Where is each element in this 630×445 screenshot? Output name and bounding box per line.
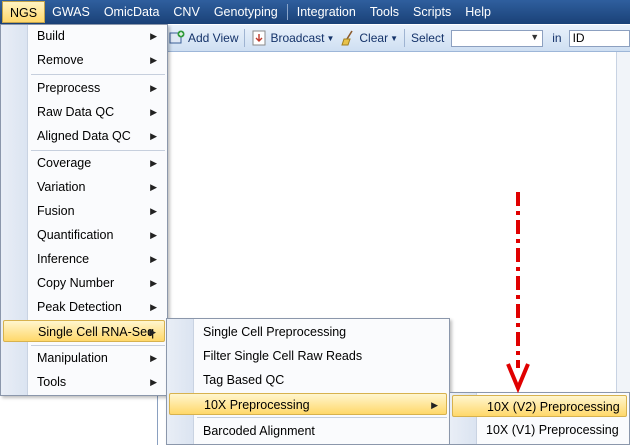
broadcast-icon (252, 30, 266, 46)
menu-ngs[interactable]: NGS (2, 1, 46, 23)
scrna-menu-item-10x-preprocessing[interactable]: 10X Preprocessing ▶ (169, 393, 447, 415)
ngs-menu-item-single-cell-rna-seq[interactable]: Single Cell RNA-Seq ▶ (3, 320, 165, 342)
select-label: Select (410, 31, 445, 45)
chevron-right-icon: ▶ (150, 83, 157, 93)
toolbar-separator (244, 29, 246, 47)
chevron-right-icon: ▶ (150, 182, 157, 192)
chevron-right-icon: ▶ (150, 230, 157, 240)
chevron-down-icon[interactable]: ▼ (530, 32, 539, 42)
menu-divider (197, 417, 447, 418)
chevron-down-icon: ▼ (326, 33, 335, 43)
ngs-menu-item-peak-detection[interactable]: Peak Detection ▶ (3, 296, 165, 318)
chevron-right-icon: ▶ (150, 353, 157, 363)
annotation-arrow-icon (506, 192, 530, 394)
menu-cnv[interactable]: CNV (166, 1, 206, 23)
menu-divider (31, 150, 165, 151)
scrna-menu-item-barcoded-alignment[interactable]: Barcoded Alignment (169, 420, 447, 442)
chevron-right-icon: ▶ (150, 377, 157, 387)
menu-gwas[interactable]: GWAS (45, 1, 97, 23)
select-combo[interactable]: ▼ (451, 29, 544, 47)
menu-integration[interactable]: Integration (290, 1, 363, 23)
chevron-right-icon: ▶ (150, 55, 157, 65)
tenx-menu-item-v2-preprocessing[interactable]: 10X (V2) Preprocessing (452, 395, 627, 417)
chevron-right-icon: ▶ (150, 31, 157, 41)
broadcast-button[interactable]: Broadcast ▼ (248, 30, 337, 46)
menu-genotyping[interactable]: Genotyping (207, 1, 285, 23)
menu-bar: NGS GWAS OmicData CNV Genotyping Integra… (0, 0, 630, 24)
chevron-right-icon: ▶ (150, 278, 157, 288)
ngs-menu-item-remove[interactable]: Remove ▶ (3, 49, 165, 71)
ngs-menu-item-variation[interactable]: Variation ▶ (3, 176, 165, 198)
ngs-menu-item-aligned-data-qc[interactable]: Aligned Data QC ▶ (3, 125, 165, 147)
ngs-menu-item-coverage[interactable]: Coverage ▶ (3, 152, 165, 174)
add-view-label: Add View (188, 31, 239, 45)
ngs-menu-item-build[interactable]: Build ▶ (3, 25, 165, 47)
menu-scripts[interactable]: Scripts (406, 1, 458, 23)
ngs-menu-item-inference[interactable]: Inference ▶ (3, 248, 165, 270)
broadcast-label: Broadcast (270, 31, 325, 45)
add-view-icon (169, 30, 185, 44)
menu-help[interactable]: Help (458, 1, 498, 23)
chevron-right-icon: ▶ (149, 327, 156, 337)
ngs-menu-item-manipulation[interactable]: Manipulation ▶ (3, 347, 165, 369)
single-cell-submenu: Single Cell Preprocessing Filter Single … (166, 318, 450, 445)
ngs-menu-item-fusion[interactable]: Fusion ▶ (3, 200, 165, 222)
scrna-menu-item-single-cell-preprocessing[interactable]: Single Cell Preprocessing (169, 321, 447, 343)
ngs-dropdown-menu: Build ▶ Remove ▶ Preprocess ▶ Raw Data QC ▶ … (0, 24, 168, 396)
tenx-menu-item-v1-preprocessing[interactable]: 10X (V1) Preprocessing (452, 419, 627, 441)
chevron-right-icon: ▶ (431, 400, 438, 410)
menu-divider (31, 74, 165, 75)
toolbar-separator (404, 29, 405, 47)
in-label: in (552, 31, 562, 45)
add-view-button[interactable]: Add View (166, 30, 241, 46)
chevron-down-icon: ▼ (390, 33, 398, 43)
menu-tools[interactable]: Tools (363, 1, 406, 23)
broom-icon (341, 30, 354, 46)
chevron-right-icon: ▶ (150, 131, 157, 141)
chevron-right-icon: ▶ (150, 107, 157, 117)
menu-omicdata[interactable]: OmicData (97, 1, 167, 23)
toolbar: Add View Broadcast ▼ Clear ▼ Select ▼ in… (166, 25, 630, 52)
right-panel-strip (616, 52, 630, 445)
ngs-menu-item-preprocess[interactable]: Preprocess ▶ (3, 77, 165, 99)
ngs-menu-item-raw-data-qc[interactable]: Raw Data QC ▶ (3, 101, 165, 123)
menu-separator (286, 4, 288, 20)
chevron-right-icon: ▶ (150, 206, 157, 216)
menu-divider (31, 345, 165, 346)
tenx-preprocessing-submenu: 10X (V2) Preprocessing 10X (V1) Preproce… (449, 392, 630, 445)
ngs-menu-item-tools[interactable]: Tools ▶ (3, 371, 165, 393)
search-field-input[interactable]: ID (568, 29, 630, 47)
ngs-menu-item-quantification[interactable]: Quantification ▶ (3, 224, 165, 246)
chevron-right-icon: ▶ (150, 158, 157, 168)
chevron-right-icon: ▶ (150, 302, 157, 312)
ngs-menu-item-copy-number[interactable]: Copy Number ▶ (3, 272, 165, 294)
clear-button[interactable]: Clear ▼ (337, 30, 401, 46)
clear-label: Clear (359, 31, 389, 45)
scrna-menu-item-tag-based-qc[interactable]: Tag Based QC (169, 369, 447, 391)
chevron-right-icon: ▶ (150, 254, 157, 264)
scrna-menu-item-filter-single-cell-raw-reads[interactable]: Filter Single Cell Raw Reads (169, 345, 447, 367)
